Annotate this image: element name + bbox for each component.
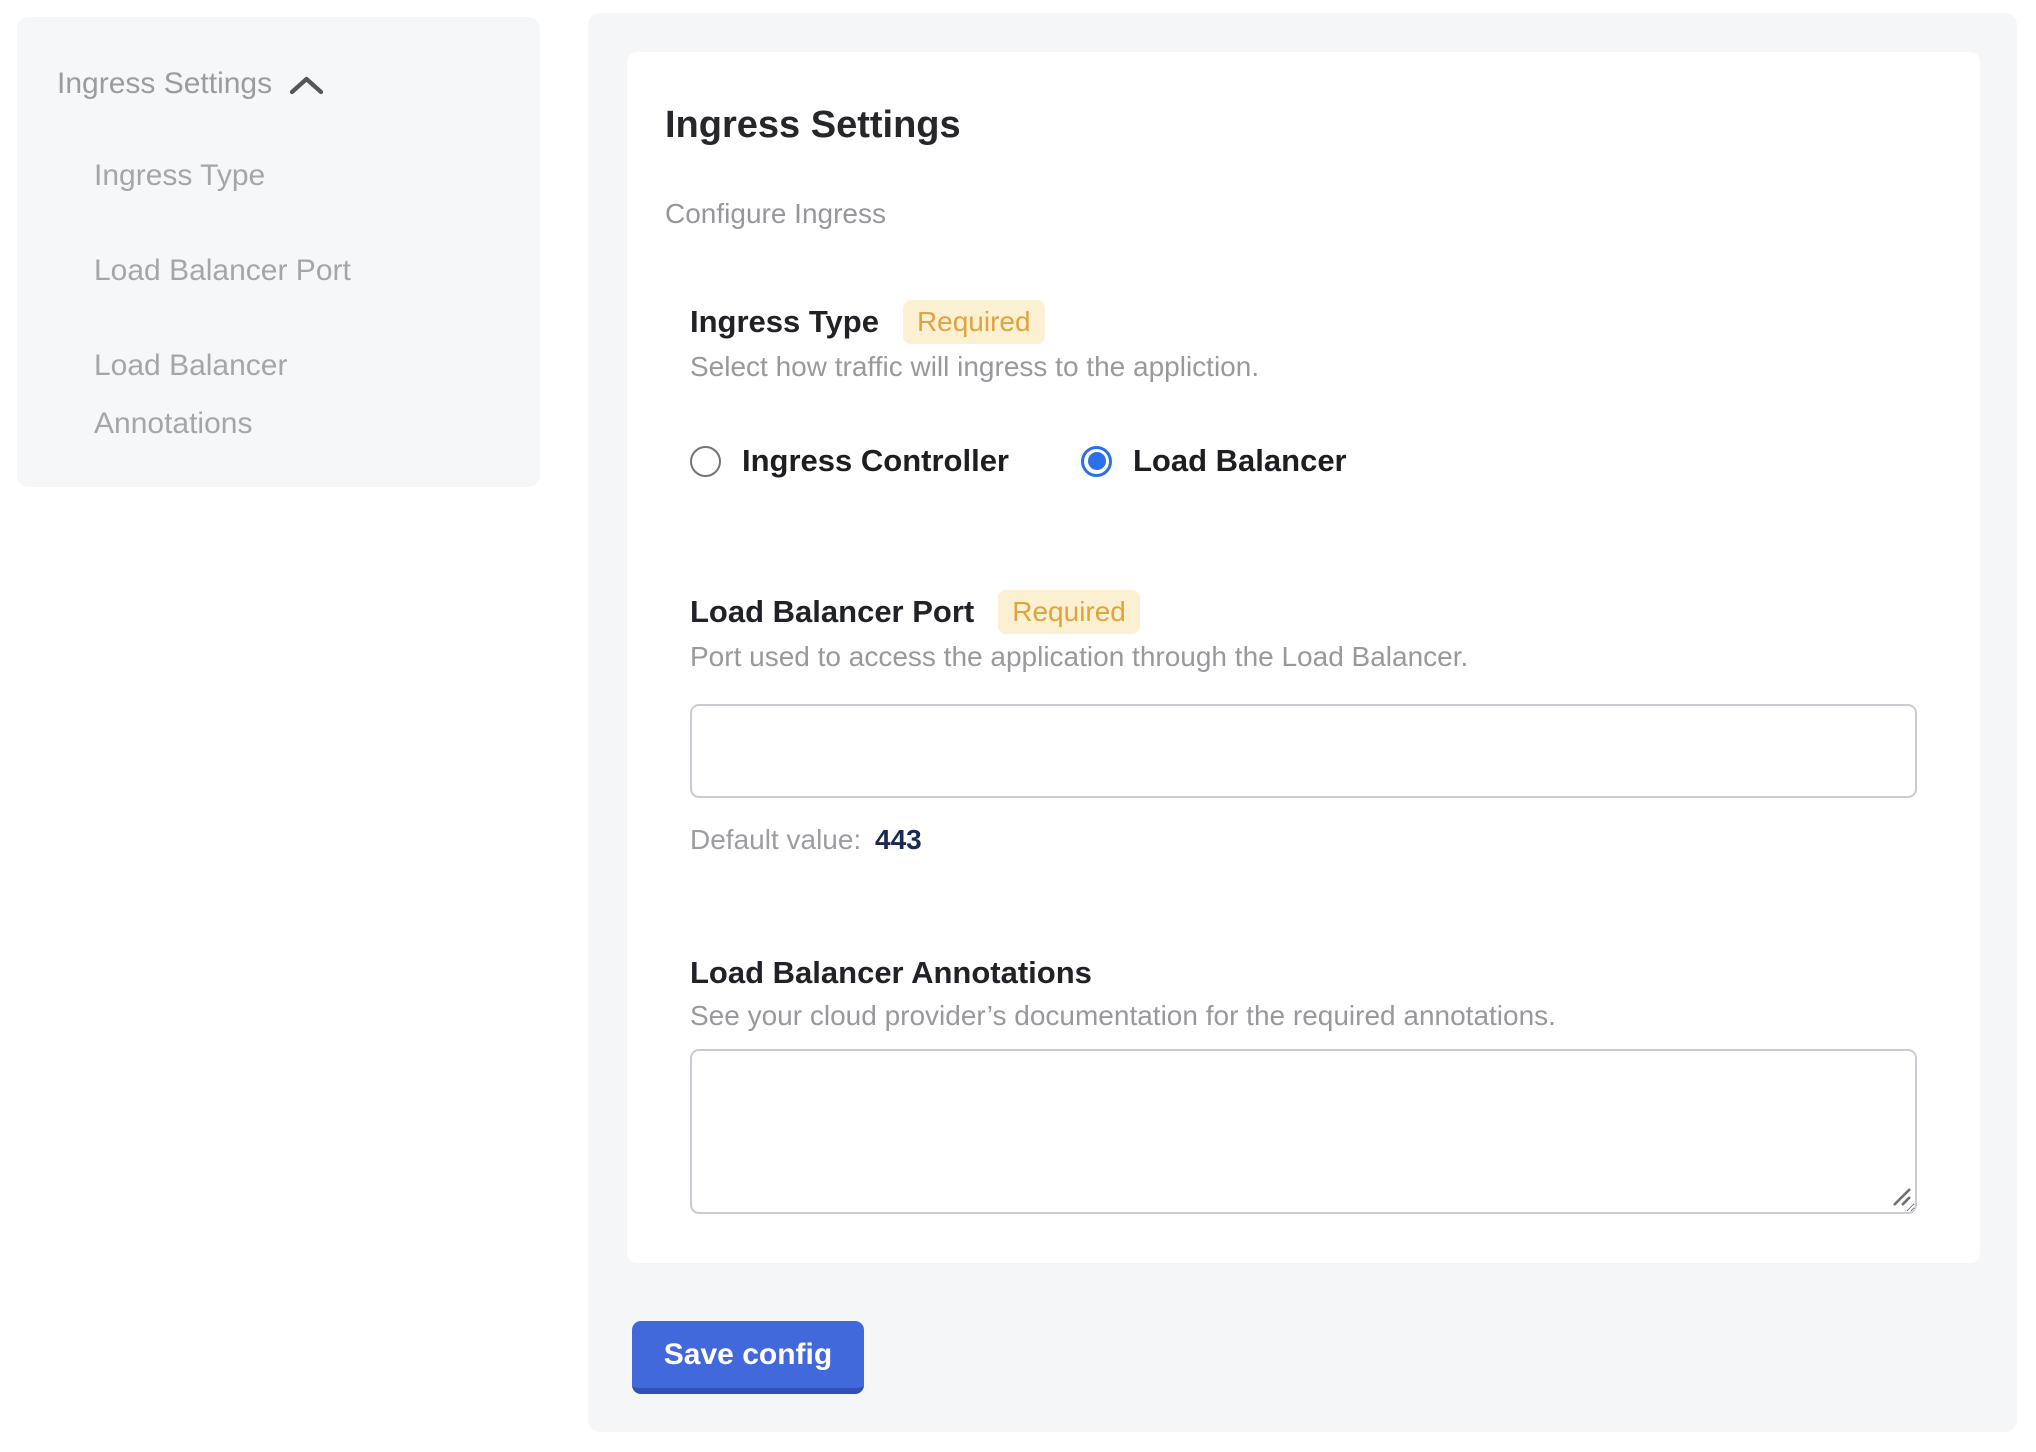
sidebar-item-load-balancer-annotations[interactable]: Load Balancer Annotations — [94, 337, 434, 453]
settings-panel: Ingress Settings Configure Ingress Ingre… — [588, 13, 2017, 1432]
required-badge: Required — [903, 300, 1045, 344]
default-value: 443 — [875, 824, 922, 855]
sidebar-item-ingress-type[interactable]: Ingress Type — [94, 147, 434, 205]
radio-option-ingress-controller[interactable]: Ingress Controller — [690, 443, 1009, 479]
required-badge: Required — [998, 590, 1140, 634]
radio-circle-icon[interactable] — [690, 446, 721, 477]
sidebar-group-ingress-settings[interactable]: Ingress Settings — [57, 65, 500, 103]
load-balancer-port-label: Load Balancer Port — [690, 592, 974, 632]
annotations-textarea-wrap — [690, 1049, 1917, 1214]
page-title: Ingress Settings — [665, 103, 1942, 147]
section-ingress-type: Ingress Type Required Select how traffic… — [690, 300, 1917, 479]
load-balancer-port-description: Port used to access the application thro… — [690, 640, 1917, 674]
radio-label: Load Balancer — [1133, 443, 1347, 479]
sidebar-item-list: Ingress Type Load Balancer Port Load Bal… — [94, 147, 500, 453]
ingress-type-radio-group: Ingress Controller Load Balancer — [690, 443, 1917, 479]
page-subtitle: Configure Ingress — [665, 197, 1942, 231]
ingress-type-description: Select how traffic will ingress to the a… — [690, 350, 1917, 384]
radio-option-load-balancer[interactable]: Load Balancer — [1081, 443, 1347, 479]
load-balancer-annotations-label: Load Balancer Annotations — [690, 953, 1092, 993]
radio-circle-icon[interactable] — [1081, 446, 1112, 477]
ingress-settings-card: Ingress Settings Configure Ingress Ingre… — [627, 52, 1980, 1263]
load-balancer-port-input[interactable] — [690, 704, 1917, 798]
load-balancer-annotations-description: See your cloud provider’s documentation … — [690, 999, 1917, 1033]
sidebar-item-load-balancer-port[interactable]: Load Balancer Port — [94, 242, 434, 300]
load-balancer-annotations-textarea[interactable] — [690, 1049, 1917, 1214]
settings-nav-sidebar: Ingress Settings Ingress Type Load Balan… — [17, 17, 540, 487]
section-load-balancer-annotations: Load Balancer Annotations See your cloud… — [690, 953, 1917, 1214]
default-value-line: Default value: 443 — [690, 823, 1917, 857]
sidebar-group-label: Ingress Settings — [57, 65, 272, 103]
ingress-type-label: Ingress Type — [690, 302, 879, 342]
radio-label: Ingress Controller — [742, 443, 1009, 479]
section-load-balancer-port: Load Balancer Port Required Port used to… — [690, 590, 1917, 857]
config-page: Ingress Settings Ingress Type Load Balan… — [0, 0, 2036, 1452]
default-value-label: Default value: — [690, 824, 861, 855]
save-config-button[interactable]: Save config — [632, 1321, 864, 1394]
chevron-up-icon — [288, 75, 325, 97]
